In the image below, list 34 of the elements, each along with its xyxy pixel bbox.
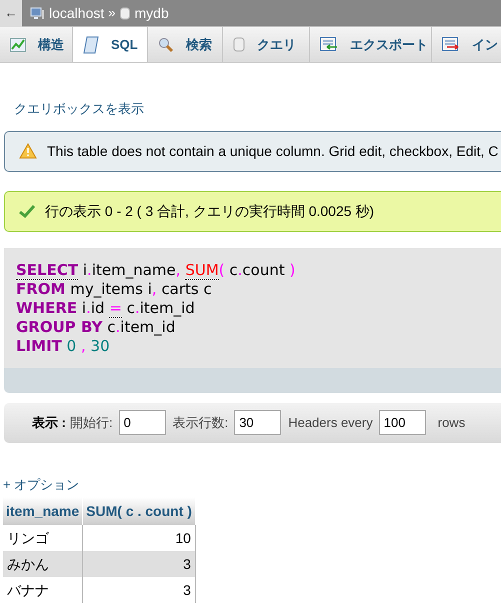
tab[interactable]: SQL xyxy=(73,27,148,62)
column-header[interactable]: SUM( c . count ) xyxy=(82,497,196,525)
database-icon xyxy=(120,6,130,20)
warning-icon xyxy=(19,143,37,159)
monitor-icon xyxy=(30,6,44,20)
input-field[interactable]: 30 xyxy=(234,410,282,435)
show-query-box-link[interactable]: クエリボックスを表示 xyxy=(14,99,501,118)
message-text: 行の表示 0 - 2 ( 3 合計, クエリの実行時間 0.0025 秒) xyxy=(45,202,374,221)
check-icon xyxy=(19,204,35,218)
tab[interactable]: エクスポート xyxy=(310,27,432,62)
breadcrumb-link[interactable]: localhost xyxy=(49,2,104,24)
sql-query: SELECT i.item_name, SUM( c.count ) FROM my_items i, carts c WHERE i.id = c.item_id GROUP BY c.item_id LIMIT 0 , 30 xyxy=(4,248,501,368)
field-label: 開始行: xyxy=(70,414,113,432)
search-icon xyxy=(158,36,174,52)
options-link[interactable]: + オプション xyxy=(3,474,501,494)
table-cell: バナナ xyxy=(3,577,83,603)
breadcrumb-link[interactable]: mydb xyxy=(134,2,169,24)
chart-icon xyxy=(10,38,26,52)
tab[interactable]: 検索 xyxy=(148,27,223,62)
input-field[interactable]: 0 xyxy=(118,410,166,435)
tab[interactable]: イン xyxy=(432,27,501,62)
rows-label: rows xyxy=(438,414,466,432)
field-label: Headers every xyxy=(288,414,373,432)
breadcrumb-separator: » xyxy=(108,4,116,22)
column-header[interactable]: item_name xyxy=(3,497,83,525)
back-button[interactable]: ← xyxy=(0,0,22,26)
cylinder-icon xyxy=(233,37,245,52)
input-field[interactable]: 100 xyxy=(378,410,426,435)
scroll-icon xyxy=(83,36,99,54)
message-text: This table does not contain a unique column. Grid edit, checkbox, Edit, C xyxy=(47,142,498,161)
tab[interactable]: クエリ xyxy=(223,27,310,62)
field-label: 表示行数: xyxy=(172,414,228,432)
display-label: 表示 : xyxy=(32,414,66,432)
table-cell: 3 xyxy=(82,577,196,603)
